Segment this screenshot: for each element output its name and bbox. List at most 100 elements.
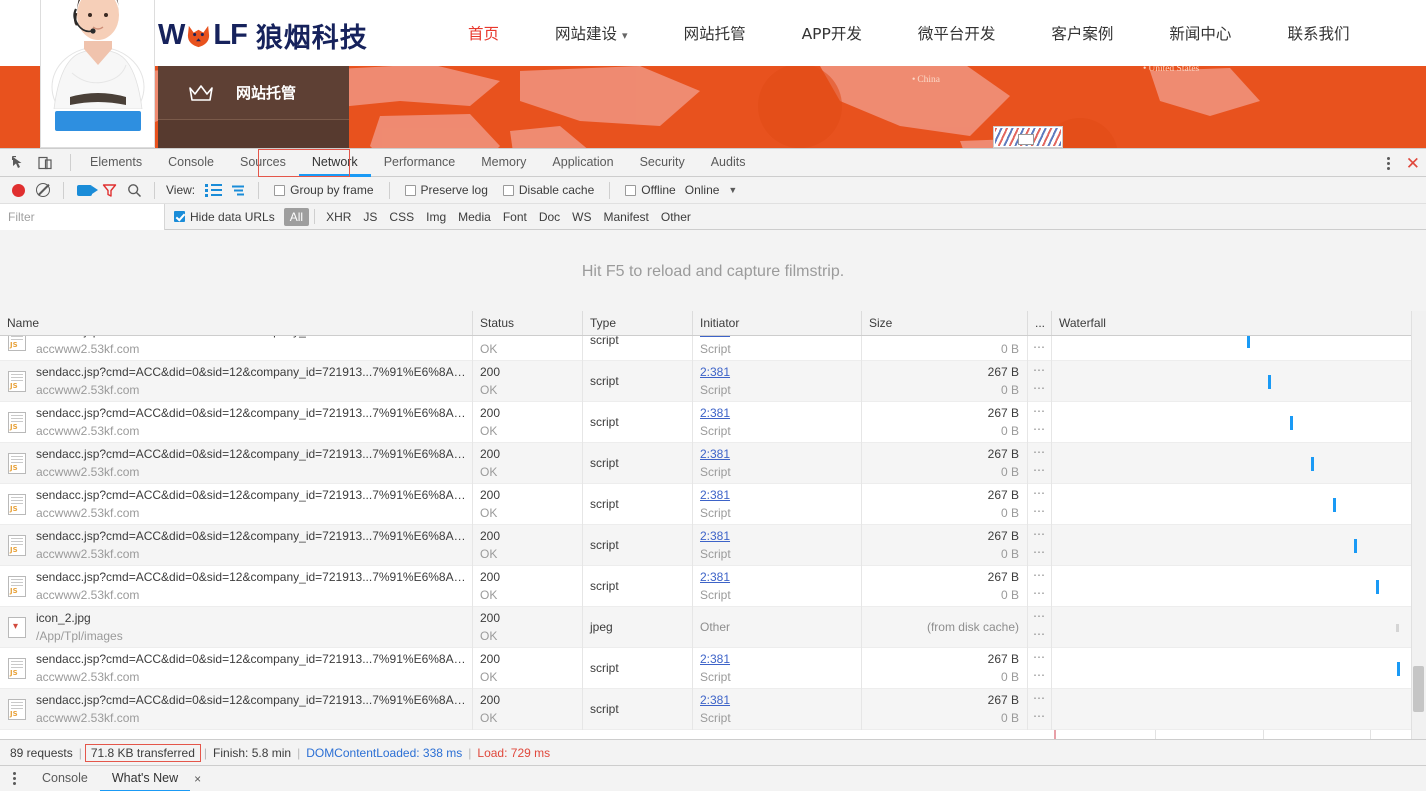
initiator-link[interactable]: 2:381 xyxy=(700,336,730,338)
table-row[interactable]: JS sendacc.jsp?cmd=ACC&did=0&sid=12&comp… xyxy=(0,336,1426,361)
tab-memory[interactable]: Memory xyxy=(468,149,539,177)
table-row[interactable]: JS sendacc.jsp?cmd=ACC&did=0&sid=12&comp… xyxy=(0,443,1426,484)
table-row[interactable]: ▾ icon_2.jpg /App/Tpl/images 200 OK jpeg… xyxy=(0,607,1426,648)
tab-console[interactable]: Console xyxy=(155,149,227,177)
group-by-frame-checkbox[interactable]: Group by frame xyxy=(274,183,373,197)
initiator-link[interactable]: 2:381 xyxy=(700,570,730,584)
cell-initiator: 2:381 Script xyxy=(693,402,862,443)
nav-item-app-dev[interactable]: APP开发 xyxy=(774,22,890,44)
logo-wordmark: W LF xyxy=(158,21,247,50)
nav-item-contact[interactable]: 联系我们 xyxy=(1259,22,1377,44)
table-row[interactable]: JS sendacc.jsp?cmd=ACC&did=0&sid=12&comp… xyxy=(0,566,1426,607)
table-vertical-scrollbar[interactable] xyxy=(1411,311,1426,739)
nav-item-news[interactable]: 新闻中心 xyxy=(1141,22,1259,44)
waterfall-bar xyxy=(1290,416,1293,430)
table-row[interactable]: JS sendacc.jsp?cmd=ACC&did=0&sid=12&comp… xyxy=(0,361,1426,402)
record-button[interactable] xyxy=(7,179,29,201)
tab-elements[interactable]: Elements xyxy=(77,149,155,177)
filter-chip-xhr[interactable]: XHR xyxy=(320,208,357,226)
preserve-log-label: Preserve log xyxy=(421,183,488,197)
more-options-icon[interactable] xyxy=(1382,157,1396,170)
column-header-name[interactable]: Name xyxy=(0,311,473,335)
cell-type: script xyxy=(583,648,693,689)
table-row[interactable]: JS sendacc.jsp?cmd=ACC&did=0&sid=12&comp… xyxy=(0,648,1426,689)
close-devtools-icon[interactable]: ✕ xyxy=(1406,155,1420,172)
cell-waterfall xyxy=(1052,484,1426,525)
drawer-tab-console[interactable]: Console xyxy=(30,766,100,791)
hide-data-urls-checkbox[interactable]: Hide data URLs xyxy=(174,210,275,224)
scrollbar-thumb[interactable] xyxy=(1413,666,1424,712)
offline-checkbox[interactable]: Offline xyxy=(625,183,675,197)
initiator-link[interactable]: 2:381 xyxy=(700,529,730,543)
filter-chip-js[interactable]: JS xyxy=(357,208,383,226)
table-row[interactable]: JS sendacc.jsp?cmd=ACC&did=0&sid=12&comp… xyxy=(0,525,1426,566)
disable-cache-checkbox[interactable]: Disable cache xyxy=(503,183,594,197)
filter-chip-ws[interactable]: WS xyxy=(566,208,597,226)
preserve-log-checkbox[interactable]: Preserve log xyxy=(405,183,488,197)
filter-chip-font[interactable]: Font xyxy=(497,208,533,226)
table-body: JS sendacc.jsp?cmd=ACC&did=0&sid=12&comp… xyxy=(0,336,1426,739)
initiator-link[interactable]: 2:381 xyxy=(700,488,730,502)
initiator-link[interactable]: 2:381 xyxy=(700,447,730,461)
cell-name: JS sendacc.jsp?cmd=ACC&did=0&sid=12&comp… xyxy=(0,566,473,607)
initiator-link[interactable]: 2:381 xyxy=(700,365,730,379)
filter-chip-doc[interactable]: Doc xyxy=(533,208,566,226)
filter-chip-media[interactable]: Media xyxy=(452,208,497,226)
throttling-value[interactable]: Online xyxy=(685,183,720,197)
chevron-down-icon[interactable]: ▼ xyxy=(728,185,737,195)
drawer-more-options-icon[interactable] xyxy=(6,772,22,785)
tab-sources[interactable]: Sources xyxy=(227,149,299,177)
filter-button[interactable] xyxy=(98,179,120,201)
resource-size: 0 B xyxy=(1001,547,1019,561)
filter-chip-other[interactable]: Other xyxy=(655,208,697,226)
submenu-item-next[interactable] xyxy=(158,120,349,148)
initiator-link[interactable]: 2:381 xyxy=(700,406,730,420)
tab-performance[interactable]: Performance xyxy=(371,149,469,177)
cell-status: 200 OK xyxy=(473,361,583,402)
site-nav: 首页 网站建设▾ 网站托管 APP开发 微平台开发 客户案例 新闻中心 联系我们 xyxy=(440,0,1377,66)
column-header-overflow[interactable]: ... xyxy=(1028,311,1052,335)
table-row[interactable]: JS sendacc.jsp?cmd=ACC&did=0&sid=12&comp… xyxy=(0,484,1426,525)
filter-chip-all[interactable]: All xyxy=(284,208,309,226)
js-file-icon: JS xyxy=(8,371,26,392)
filter-input[interactable] xyxy=(0,204,165,230)
nav-item-web-hosting[interactable]: 网站托管 xyxy=(656,22,774,44)
table-row[interactable]: JS sendacc.jsp?cmd=ACC&did=0&sid=12&comp… xyxy=(0,402,1426,443)
drawer-tab-close-icon[interactable]: × xyxy=(194,772,201,786)
tab-application[interactable]: Application xyxy=(539,149,626,177)
filter-chip-img[interactable]: Img xyxy=(420,208,452,226)
nav-item-home[interactable]: 首页 xyxy=(440,22,527,44)
waterfall-view-icon[interactable] xyxy=(227,179,249,201)
nav-item-micro-platform[interactable]: 微平台开发 xyxy=(890,22,1024,44)
tab-audits[interactable]: Audits xyxy=(698,149,759,177)
column-header-initiator[interactable]: Initiator xyxy=(693,311,862,335)
list-view-icon[interactable] xyxy=(202,179,224,201)
tab-network[interactable]: Network xyxy=(299,149,371,177)
filter-chip-manifest[interactable]: Manifest xyxy=(598,208,655,226)
initiator-link[interactable]: 2:381 xyxy=(700,693,730,707)
cell-status: 200 OK xyxy=(473,689,583,730)
nav-item-web-construction[interactable]: 网站建设▾ xyxy=(527,22,656,44)
filter-chip-css[interactable]: CSS xyxy=(383,208,420,226)
waterfall-bar xyxy=(1311,457,1314,471)
chat-widget[interactable] xyxy=(40,0,155,148)
tab-security[interactable]: Security xyxy=(627,149,698,177)
chat-start-button[interactable] xyxy=(55,111,141,131)
column-header-size[interactable]: Size xyxy=(862,311,1028,335)
clear-button[interactable] xyxy=(32,179,54,201)
inspect-element-icon[interactable] xyxy=(8,152,30,174)
column-header-type[interactable]: Type xyxy=(583,311,693,335)
site-logo[interactable]: W LF 狼烟科技 xyxy=(158,16,368,55)
device-toolbar-icon[interactable] xyxy=(34,152,56,174)
column-header-status[interactable]: Status xyxy=(473,311,583,335)
initiator-value: Other xyxy=(700,620,730,634)
request-name: sendacc.jsp?cmd=ACC&did=0&sid=12&company… xyxy=(36,365,466,379)
search-button[interactable] xyxy=(123,179,145,201)
initiator-link[interactable]: 2:381 xyxy=(700,652,730,666)
table-row[interactable]: JS sendacc.jsp?cmd=ACC&did=0&sid=12&comp… xyxy=(0,689,1426,730)
column-header-waterfall[interactable]: Waterfall xyxy=(1052,311,1426,335)
submenu-item-web-hosting[interactable]: 网站托管 xyxy=(158,66,349,120)
capture-screenshots-button[interactable] xyxy=(73,179,95,201)
nav-item-cases[interactable]: 客户案例 xyxy=(1023,22,1141,44)
drawer-tab-whats-new[interactable]: What's New xyxy=(100,766,190,791)
